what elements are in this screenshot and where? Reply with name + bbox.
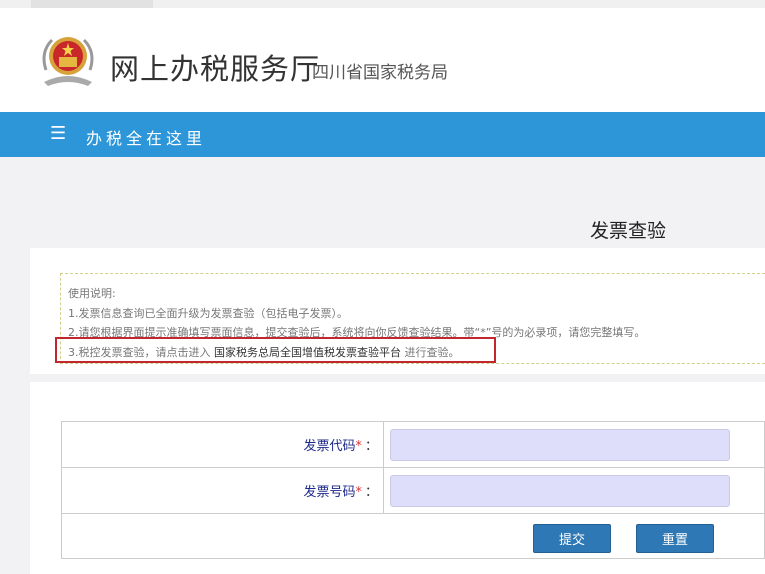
invoice-number-input[interactable] <box>390 474 730 507</box>
main-nav: ☰ 办税全在这里 <box>0 112 765 157</box>
browser-tab[interactable] <box>31 0 153 8</box>
notes-heading: 使用说明: <box>68 287 116 300</box>
required-mark: * <box>355 485 362 500</box>
nav-label[interactable]: 办税全在这里 <box>86 125 206 149</box>
invoice-code-label: 发票代码 <box>303 439 356 454</box>
button-cell: 提交 重置 <box>61 513 765 559</box>
colon: ： <box>364 485 378 500</box>
field-label: 发票号码*： <box>61 467 384 514</box>
site-title: 网上办税服务厅 <box>110 52 321 86</box>
notes-line-1: 1.发票信息查询已全面升级为发票查验（包括电子发票）。 <box>68 306 348 320</box>
highlight-box <box>55 337 496 363</box>
form-row: 发票号码*： <box>61 467 765 514</box>
reset-button[interactable]: 重置 <box>636 524 714 553</box>
tax-emblem-icon <box>42 37 94 86</box>
required-mark: * <box>355 439 362 454</box>
site-header: 网上办税服务厅 四川省国家税务局 <box>0 8 765 112</box>
field-cell <box>383 421 765 468</box>
field-label: 发票代码*： <box>61 421 384 468</box>
page-title: 发票查验 <box>590 220 667 242</box>
colon: ： <box>364 439 378 454</box>
button-row: 提交 重置 <box>61 513 765 559</box>
menu-icon[interactable]: ☰ <box>50 123 66 144</box>
browser-strip <box>0 0 765 8</box>
site-subtitle: 四川省国家税务局 <box>312 63 448 83</box>
field-cell <box>383 467 765 514</box>
invoice-code-input[interactable] <box>390 428 730 461</box>
invoice-number-label: 发票号码 <box>303 485 356 500</box>
submit-button[interactable]: 提交 <box>533 524 611 553</box>
form-row: 发票代码*： <box>61 421 765 468</box>
invoice-form: 发票代码*： 发票号码*： 提交 重置 <box>61 421 765 559</box>
